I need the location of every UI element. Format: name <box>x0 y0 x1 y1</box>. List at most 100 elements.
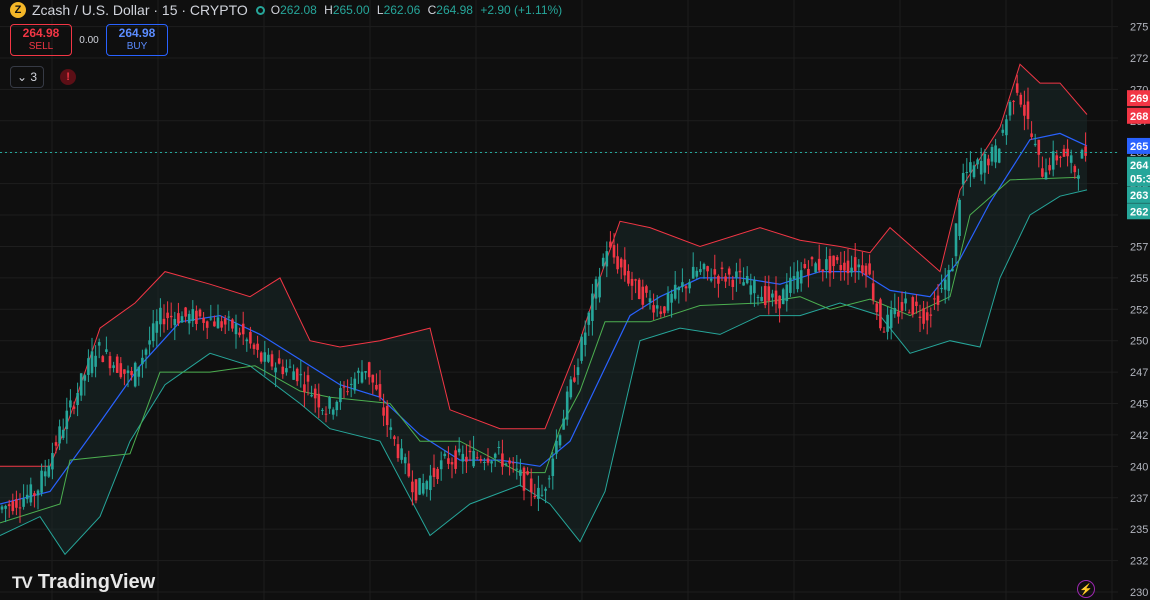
symbol-title[interactable]: Zcash / U.S. Dollar · 15 · CRYPTO <box>32 2 248 18</box>
candle-body <box>421 483 425 494</box>
candle-body <box>76 392 79 405</box>
candle-body <box>630 278 634 286</box>
candle-body <box>33 493 36 496</box>
candle-body <box>483 461 486 463</box>
candle-body <box>1005 119 1008 136</box>
candle-body <box>645 286 648 293</box>
open-value: 262.08 <box>280 3 317 17</box>
candle-body <box>511 462 515 464</box>
tradingview-logo[interactable]: TV TradingView <box>12 571 155 594</box>
lightning-icon[interactable]: ⚡ <box>1077 580 1095 598</box>
price-axis-tick: 272 <box>1130 53 1148 65</box>
candle-body <box>943 279 947 290</box>
candle-body <box>799 270 803 284</box>
zcash-coin-icon: Z <box>10 2 26 18</box>
candle-body <box>292 371 295 380</box>
candle-body <box>169 315 173 318</box>
candle-body <box>947 270 951 291</box>
candle-body <box>141 357 144 365</box>
candle-body <box>803 264 807 269</box>
high-label: H <box>324 3 333 17</box>
candle-body <box>443 453 447 457</box>
candle-body <box>173 318 177 326</box>
candle-body <box>1048 165 1051 171</box>
candle-body <box>414 479 418 501</box>
price-label-text: 264 <box>1130 160 1149 172</box>
candle-body <box>591 293 594 321</box>
candle-body <box>213 321 216 327</box>
price-chart[interactable]: 2752722702672652622602572552522502472452… <box>0 0 1150 600</box>
candle-body <box>735 271 738 278</box>
candle-body <box>832 255 835 267</box>
candle-body <box>911 297 915 315</box>
sell-button[interactable]: 264.98 SELL <box>10 24 72 56</box>
candle-body <box>601 257 605 267</box>
price-axis-tick: 247 <box>1130 367 1148 379</box>
candle-body <box>97 342 101 346</box>
price-axis-tick: 255 <box>1130 273 1148 285</box>
candle-body <box>162 318 166 325</box>
candle-body <box>270 354 274 367</box>
warning-icon[interactable]: ! <box>60 69 77 85</box>
price-label-text: 265 <box>1130 141 1148 153</box>
candle-body <box>594 279 598 299</box>
candle-body <box>915 301 918 306</box>
candle-body <box>267 354 270 362</box>
candle-body <box>781 289 785 305</box>
candle-body <box>227 316 231 318</box>
candle-body <box>144 349 148 355</box>
candle-body <box>349 383 353 385</box>
candle-body <box>425 481 429 490</box>
candle-body <box>587 312 591 325</box>
price-label-text: 05:3 <box>1130 174 1150 186</box>
candle-body <box>648 298 652 303</box>
candle-body <box>634 279 637 281</box>
candle-body <box>191 309 195 322</box>
candle-body <box>299 374 303 376</box>
candle-body <box>778 295 781 309</box>
candle-body <box>609 241 612 248</box>
candle-body <box>861 265 864 273</box>
candle-body <box>51 453 54 470</box>
candle-body <box>277 358 281 364</box>
candle-body <box>72 406 76 409</box>
candle-body <box>295 368 299 382</box>
candle-body <box>7 504 11 507</box>
candle-body <box>515 468 519 470</box>
indicators-collapse-button[interactable]: ⌄ 3 <box>10 66 45 88</box>
candle-body <box>1001 129 1005 133</box>
candle-body <box>403 457 407 464</box>
buy-button[interactable]: 264.98 BUY <box>106 24 168 56</box>
candle-body <box>1012 100 1015 102</box>
candle-body <box>994 145 997 163</box>
candle-body <box>540 494 544 496</box>
candle-body <box>223 318 227 325</box>
candle-body <box>774 290 778 305</box>
candle-body <box>274 367 277 373</box>
candle-body <box>1023 104 1026 116</box>
candle-body <box>742 282 745 286</box>
candle-body <box>526 471 529 475</box>
candle-body <box>886 314 889 332</box>
candle-body <box>454 450 457 469</box>
candle-body <box>907 312 911 314</box>
close-label: C <box>427 3 437 17</box>
symbol-header: Z Zcash / U.S. Dollar · 15 · CRYPTO O262… <box>10 2 566 18</box>
candle-body <box>936 295 940 305</box>
candle-body <box>706 266 709 272</box>
price-label-text: 269 <box>1130 93 1148 105</box>
indicator-count: 3 <box>30 70 38 84</box>
candle-body <box>0 506 4 510</box>
candle-body <box>400 448 403 460</box>
candle-body <box>436 468 439 480</box>
candle-body <box>904 298 907 304</box>
candle-body <box>684 286 688 289</box>
candle-body <box>817 258 821 271</box>
candle-body <box>252 344 256 349</box>
candle-body <box>256 343 259 350</box>
candle-body <box>263 352 267 362</box>
candle-body <box>627 270 630 284</box>
candle-body <box>205 321 209 328</box>
market-status-icon[interactable] <box>255 5 265 15</box>
price-axis-tick: 240 <box>1130 461 1148 473</box>
